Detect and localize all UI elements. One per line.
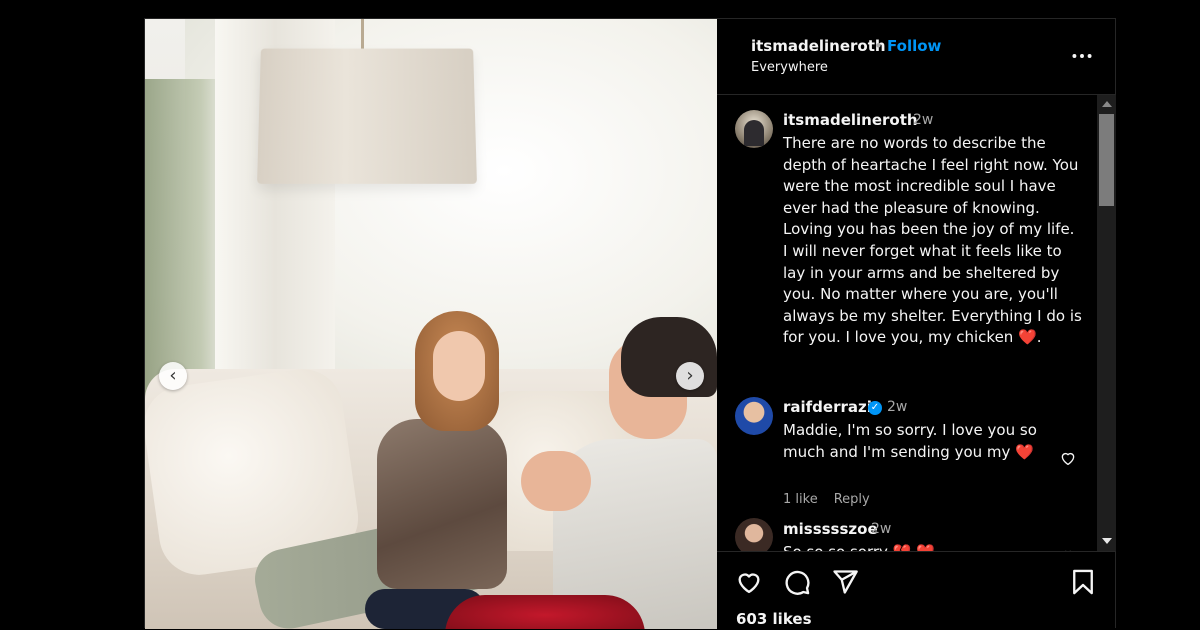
scrollbar-thumb[interactable]	[1099, 114, 1114, 206]
separator-dot: •	[874, 37, 883, 55]
comment-text: So so so sorry 💔 ❤️	[783, 542, 1053, 551]
caption-end: .	[1036, 328, 1042, 347]
verified-badge-icon: ✓	[868, 401, 882, 415]
woman-figure	[377, 419, 507, 589]
comment-username[interactable]: raifderrazi	[783, 398, 872, 416]
post-sidebar: itsmadelineroth • Follow Everywhere itsm…	[717, 19, 1117, 629]
avatar[interactable]	[735, 518, 773, 551]
bookmark-icon[interactable]	[1069, 568, 1097, 596]
carousel-next-button[interactable]: ›	[676, 362, 704, 390]
instagram-post: ‹ › itsmadelineroth • Follow Everywhere …	[144, 18, 1117, 629]
comment-icon[interactable]	[783, 568, 811, 596]
woman-figure-face	[433, 331, 485, 401]
post-actions-bar: 603 likes	[717, 551, 1116, 630]
comment-like-count[interactable]: 1 like	[783, 492, 818, 507]
heart-icon[interactable]	[1059, 449, 1077, 467]
post-header: itsmadelineroth • Follow Everywhere	[717, 19, 1116, 95]
man-figure-hair	[621, 317, 717, 397]
reply-button[interactable]: Reply	[834, 492, 870, 507]
red-heart-emoji: ❤️	[1015, 442, 1034, 461]
scroll-down-arrow-icon[interactable]	[1102, 538, 1112, 544]
carousel-prev-button[interactable]: ‹	[159, 362, 187, 390]
send-icon[interactable]	[831, 568, 859, 596]
comment-body: Maddie, I'm so sorry. I love you so much…	[783, 421, 1037, 461]
comment-text: Maddie, I'm so sorry. I love you so much…	[783, 420, 1053, 463]
chevron-right-icon: ›	[686, 365, 694, 386]
chevron-left-icon: ‹	[169, 365, 177, 386]
likes-count[interactable]: 603 likes	[736, 610, 812, 628]
scroll-up-arrow-icon[interactable]	[1102, 101, 1112, 107]
comment-meta: 1 like Reply	[783, 492, 886, 507]
comments-panel[interactable]: itsmadelineroth 2w There are no words to…	[717, 95, 1097, 551]
avatar[interactable]	[735, 110, 773, 148]
pendant-lamp	[257, 48, 477, 184]
more-horizontal-icon[interactable]	[1069, 43, 1095, 69]
caption-timestamp: 2w	[913, 112, 934, 128]
red-heart-emoji: ❤️	[1018, 328, 1037, 347]
comment-timestamp: 2w	[871, 521, 892, 537]
post-photo[interactable]: ‹ ›	[145, 19, 717, 629]
heart-icon[interactable]	[735, 568, 763, 596]
caption-body: There are no words to describe the depth…	[783, 134, 1082, 347]
comment-timestamp: 2w	[887, 399, 908, 415]
man-figure-hand	[521, 451, 591, 511]
comment-body: So so so sorry	[783, 543, 888, 551]
comment-username[interactable]: missssszoe	[783, 520, 878, 538]
location-label[interactable]: Everywhere	[751, 60, 828, 75]
follow-button[interactable]: Follow	[887, 37, 941, 55]
caption-text: There are no words to describe the depth…	[783, 133, 1083, 349]
avatar[interactable]	[735, 397, 773, 435]
red-blanket	[445, 595, 645, 629]
caption-username[interactable]: itsmadelineroth	[783, 111, 918, 129]
heart-emojis: 💔 ❤️	[893, 543, 935, 551]
foliage	[145, 79, 225, 409]
author-username[interactable]: itsmadelineroth	[751, 37, 886, 55]
comments-scrollbar[interactable]	[1097, 95, 1116, 551]
